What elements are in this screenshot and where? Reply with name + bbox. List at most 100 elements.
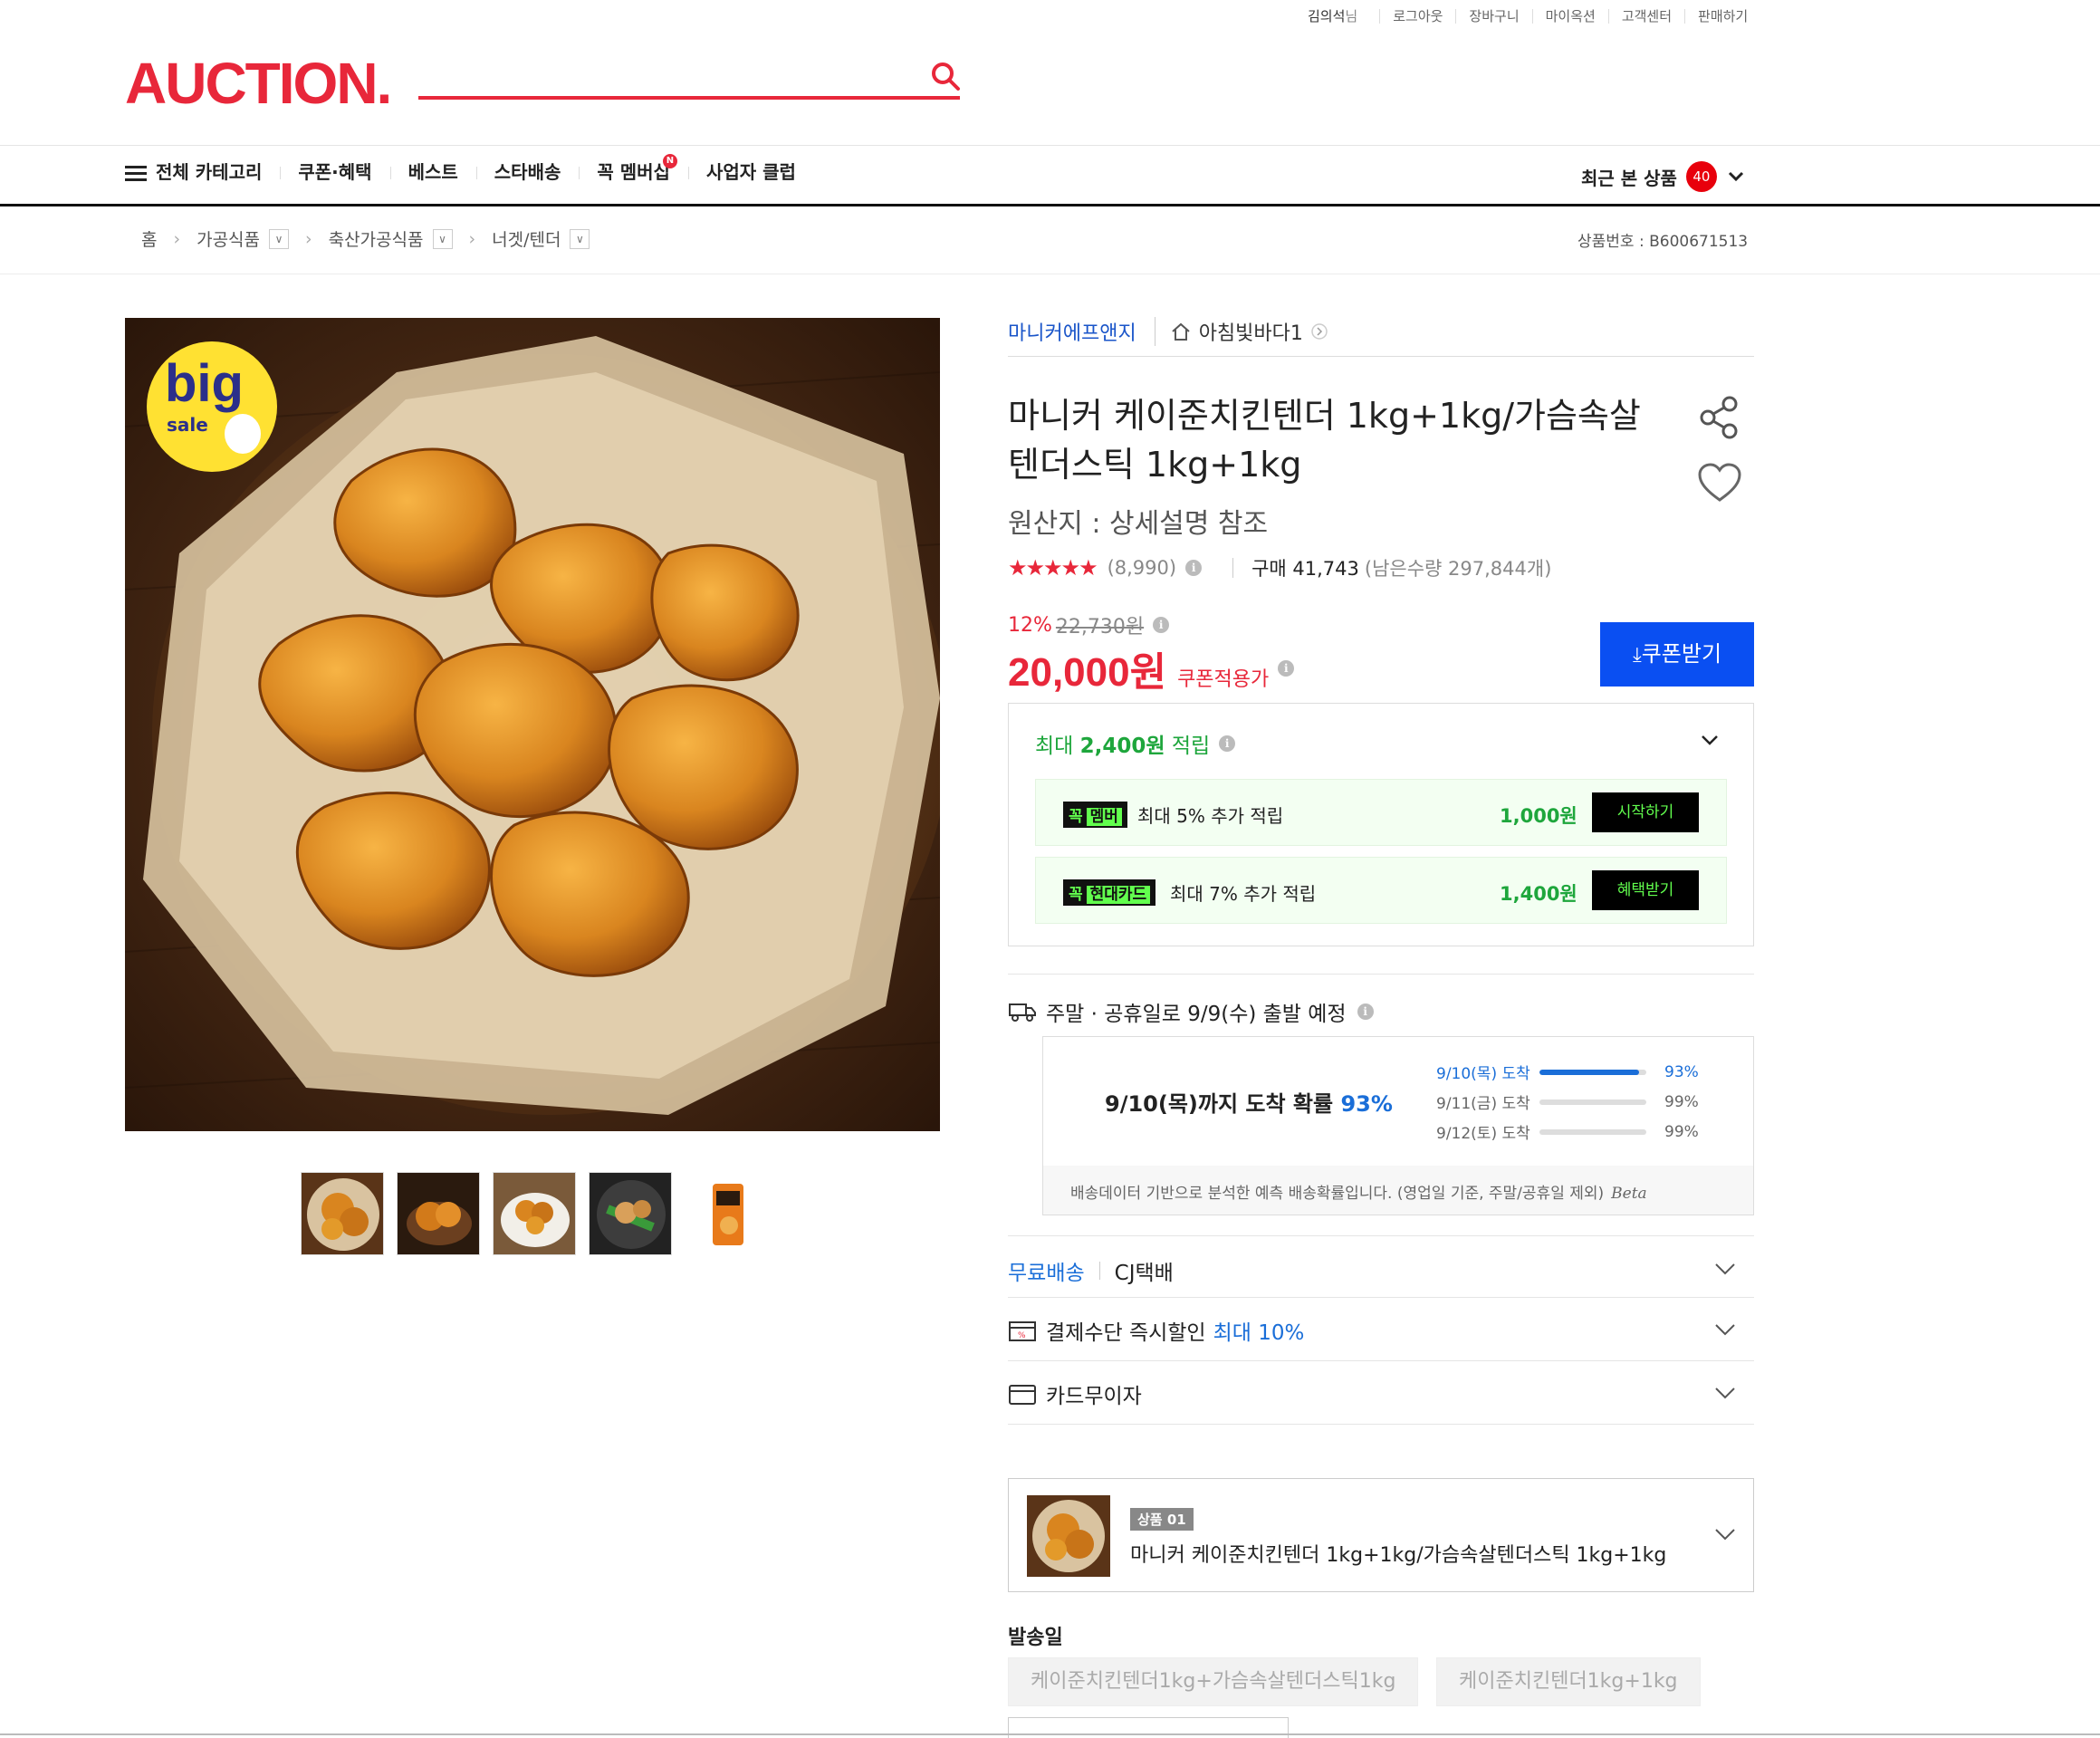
nav-coupon[interactable]: 쿠폰·혜택 bbox=[280, 161, 389, 183]
divider bbox=[1008, 1424, 1754, 1425]
breadcrumb-cat1[interactable]: 가공식품 bbox=[197, 226, 260, 251]
membership-points-text: 최대 5% 추가 적립 bbox=[1137, 805, 1284, 827]
divider bbox=[1008, 1297, 1754, 1298]
product-title: 마니커 케이준치킨텐더 1kg+1kg/가슴속살텐더스틱 1kg+1kg bbox=[1008, 396, 1641, 485]
chevron-down-icon[interactable] bbox=[1700, 730, 1720, 750]
get-coupon-button[interactable]: ⤓쿠폰받기 bbox=[1600, 622, 1754, 687]
calendar-discount-icon: % bbox=[1009, 1321, 1036, 1341]
thumbnail-5[interactable] bbox=[685, 1172, 768, 1255]
installment-row[interactable]: 카드무이자 bbox=[1008, 1378, 1142, 1409]
option-thumbnail bbox=[1027, 1495, 1110, 1577]
final-price: 20,000원 bbox=[1008, 650, 1167, 695]
thumbnail-1[interactable] bbox=[301, 1172, 384, 1255]
info-icon[interactable]: i bbox=[1153, 617, 1170, 633]
points-header[interactable]: 최대 2,400원 적립 i bbox=[1035, 728, 1236, 759]
probability-row: 9/10(목) 도착 93% bbox=[1436, 1062, 1699, 1084]
chevron-down-icon[interactable]: ∨ bbox=[570, 228, 590, 249]
info-icon[interactable]: i bbox=[1219, 735, 1236, 752]
chevron-down-icon[interactable] bbox=[1713, 1522, 1737, 1546]
info-icon[interactable]: i bbox=[1357, 1003, 1374, 1020]
breadcrumb: 홈 › 가공식품 ∨ › 축산가공식품 ∨ › 너겟/텐더 ∨ bbox=[141, 226, 599, 251]
recent-count-badge: 40 bbox=[1685, 161, 1717, 192]
breadcrumb-cat3[interactable]: 너겟/텐더 bbox=[492, 226, 561, 251]
cart-link[interactable]: 장바구니 bbox=[1455, 9, 1531, 24]
main-nav: 전체 카테고리 쿠폰·혜택 베스트 스타배송 꼭 멤버십 N 사업자 클럽 bbox=[125, 154, 814, 183]
menu-icon bbox=[125, 166, 147, 181]
badge-sale-text: sale bbox=[167, 414, 208, 436]
delivery-option-row[interactable]: 무료배송 CJ택배 bbox=[1008, 1255, 1174, 1286]
discount-percent: 12% bbox=[1008, 613, 1052, 637]
search-icon[interactable] bbox=[929, 60, 962, 92]
probability-row: 9/11(금) 도착 99% bbox=[1436, 1092, 1699, 1114]
thumbnail-4[interactable] bbox=[589, 1172, 672, 1255]
membership-points-amount: 1,000원 bbox=[1500, 805, 1577, 827]
courier-label: CJ택배 bbox=[1114, 1262, 1174, 1285]
search-input[interactable] bbox=[418, 96, 960, 100]
chevron-down-icon[interactable] bbox=[1713, 1381, 1737, 1405]
info-icon[interactable]: i bbox=[1185, 560, 1203, 576]
probability-row: 9/12(토) 도착 99% bbox=[1436, 1122, 1699, 1144]
nav-membership[interactable]: 꼭 멤버십 N bbox=[579, 154, 688, 183]
card-points-amount: 1,400원 bbox=[1500, 883, 1577, 905]
origin-text: 원산지 : 상세설명 참조 bbox=[1008, 508, 1269, 540]
download-icon: ⤓ bbox=[1632, 644, 1642, 667]
original-price: 22,730원 bbox=[1055, 616, 1145, 639]
shipping-divider bbox=[1008, 974, 1754, 975]
chevron-down-icon bbox=[1728, 171, 1743, 182]
get-card-benefit-button[interactable]: 혜택받기 bbox=[1592, 870, 1699, 910]
all-categories-button[interactable]: 전체 카테고리 bbox=[125, 161, 280, 183]
ship-option-chip-2[interactable]: 케이준치킨텐더1kg+1kg bbox=[1436, 1657, 1701, 1706]
chevron-down-icon[interactable]: ∨ bbox=[432, 228, 453, 249]
auction-logo[interactable]: AUCTION. bbox=[125, 54, 392, 112]
price-row: 20,000원 쿠폰적용가 i bbox=[1008, 639, 1295, 697]
chevron-down-icon[interactable] bbox=[1713, 1318, 1737, 1341]
seller-info: 마니커에프앤지 아침빛바다1 bbox=[1008, 317, 1328, 346]
shipping-schedule: 주말 · 공휴일로 9/9(수) 출발 예정 i bbox=[1008, 996, 1374, 1027]
brand-link[interactable]: 마니커에프앤지 bbox=[1008, 317, 1136, 346]
card-points-text: 최대 7% 추가 적립 bbox=[1170, 883, 1317, 905]
myauction-link[interactable]: 마이옥션 bbox=[1531, 9, 1608, 24]
breadcrumb-cat2[interactable]: 축산가공식품 bbox=[329, 226, 424, 251]
review-count[interactable]: (8,990) bbox=[1108, 557, 1177, 579]
chevron-right-icon: › bbox=[468, 228, 476, 249]
chevron-down-icon[interactable]: ∨ bbox=[269, 228, 290, 249]
beta-label: Beta bbox=[1611, 1185, 1647, 1203]
thumbnail-3[interactable] bbox=[493, 1172, 576, 1255]
big-sale-badge: big sale bbox=[147, 341, 277, 472]
seller-divider bbox=[1008, 356, 1754, 357]
new-badge: N bbox=[662, 154, 677, 168]
support-link[interactable]: 고객센터 bbox=[1607, 9, 1684, 24]
free-shipping-label: 무료배송 bbox=[1008, 1262, 1085, 1285]
thumbnail-2[interactable] bbox=[397, 1172, 480, 1255]
discount-row: 12% 22,730원 i bbox=[1008, 610, 1170, 639]
page-bottom-border bbox=[0, 1733, 2100, 1735]
probability-bar bbox=[1539, 1128, 1646, 1135]
ship-option-chip-1[interactable]: 케이준치킨텐더1kg+가슴속살텐더스틱1kg bbox=[1008, 1657, 1419, 1706]
product-option-select[interactable]: 상품 01 마니커 케이준치킨텐더 1kg+1kg/가슴속살텐더스틱 1kg+1… bbox=[1008, 1478, 1754, 1592]
nav-business-club[interactable]: 사업자 클럽 bbox=[687, 161, 814, 183]
breadcrumb-home[interactable]: 홈 bbox=[141, 226, 157, 251]
info-icon[interactable]: i bbox=[1278, 660, 1295, 677]
sell-link[interactable]: 판매하기 bbox=[1684, 9, 1760, 24]
recent-label: 최근 본 상품 bbox=[1581, 167, 1677, 189]
product-number: 상품번호 : B600671513 bbox=[1577, 233, 1749, 251]
purchase-count: 구매 41,743 bbox=[1251, 558, 1359, 580]
option-name: 마니커 케이준치킨텐더 1kg+1kg/가슴속살텐더스틱 1kg+1kg bbox=[1130, 1544, 1667, 1567]
utility-bar: 김의석님 로그아웃 장바구니 마이옥션 고객센터 판매하기 bbox=[1295, 9, 1760, 24]
payment-discount-row[interactable]: % 결제수단 즉시할인 최대 10% bbox=[1008, 1315, 1304, 1346]
nav-best[interactable]: 베스트 bbox=[389, 161, 476, 183]
shop-link[interactable]: 아침빛바다1 bbox=[1154, 317, 1328, 346]
delivery-probability-box: 9/10(목)까지 도착 확률 93% 9/10(목) 도착 93% 9/11(금… bbox=[1042, 1036, 1754, 1215]
start-membership-button[interactable]: 시작하기 bbox=[1592, 792, 1699, 832]
recent-products-button[interactable]: 최근 본 상품 40 bbox=[1581, 161, 1746, 192]
product-main-image[interactable]: big sale bbox=[125, 318, 940, 1131]
share-icon[interactable] bbox=[1697, 395, 1742, 440]
card-tag: 꼭 현대카드 bbox=[1063, 879, 1156, 906]
heart-icon[interactable] bbox=[1697, 462, 1742, 504]
option-tag: 상품 01 bbox=[1130, 1508, 1194, 1531]
divider bbox=[1008, 1235, 1754, 1236]
chevron-right-circle-icon bbox=[1311, 323, 1328, 340]
chevron-down-icon[interactable] bbox=[1713, 1257, 1737, 1281]
logout-link[interactable]: 로그아웃 bbox=[1379, 9, 1455, 24]
nav-star-delivery[interactable]: 스타배송 bbox=[475, 161, 580, 183]
